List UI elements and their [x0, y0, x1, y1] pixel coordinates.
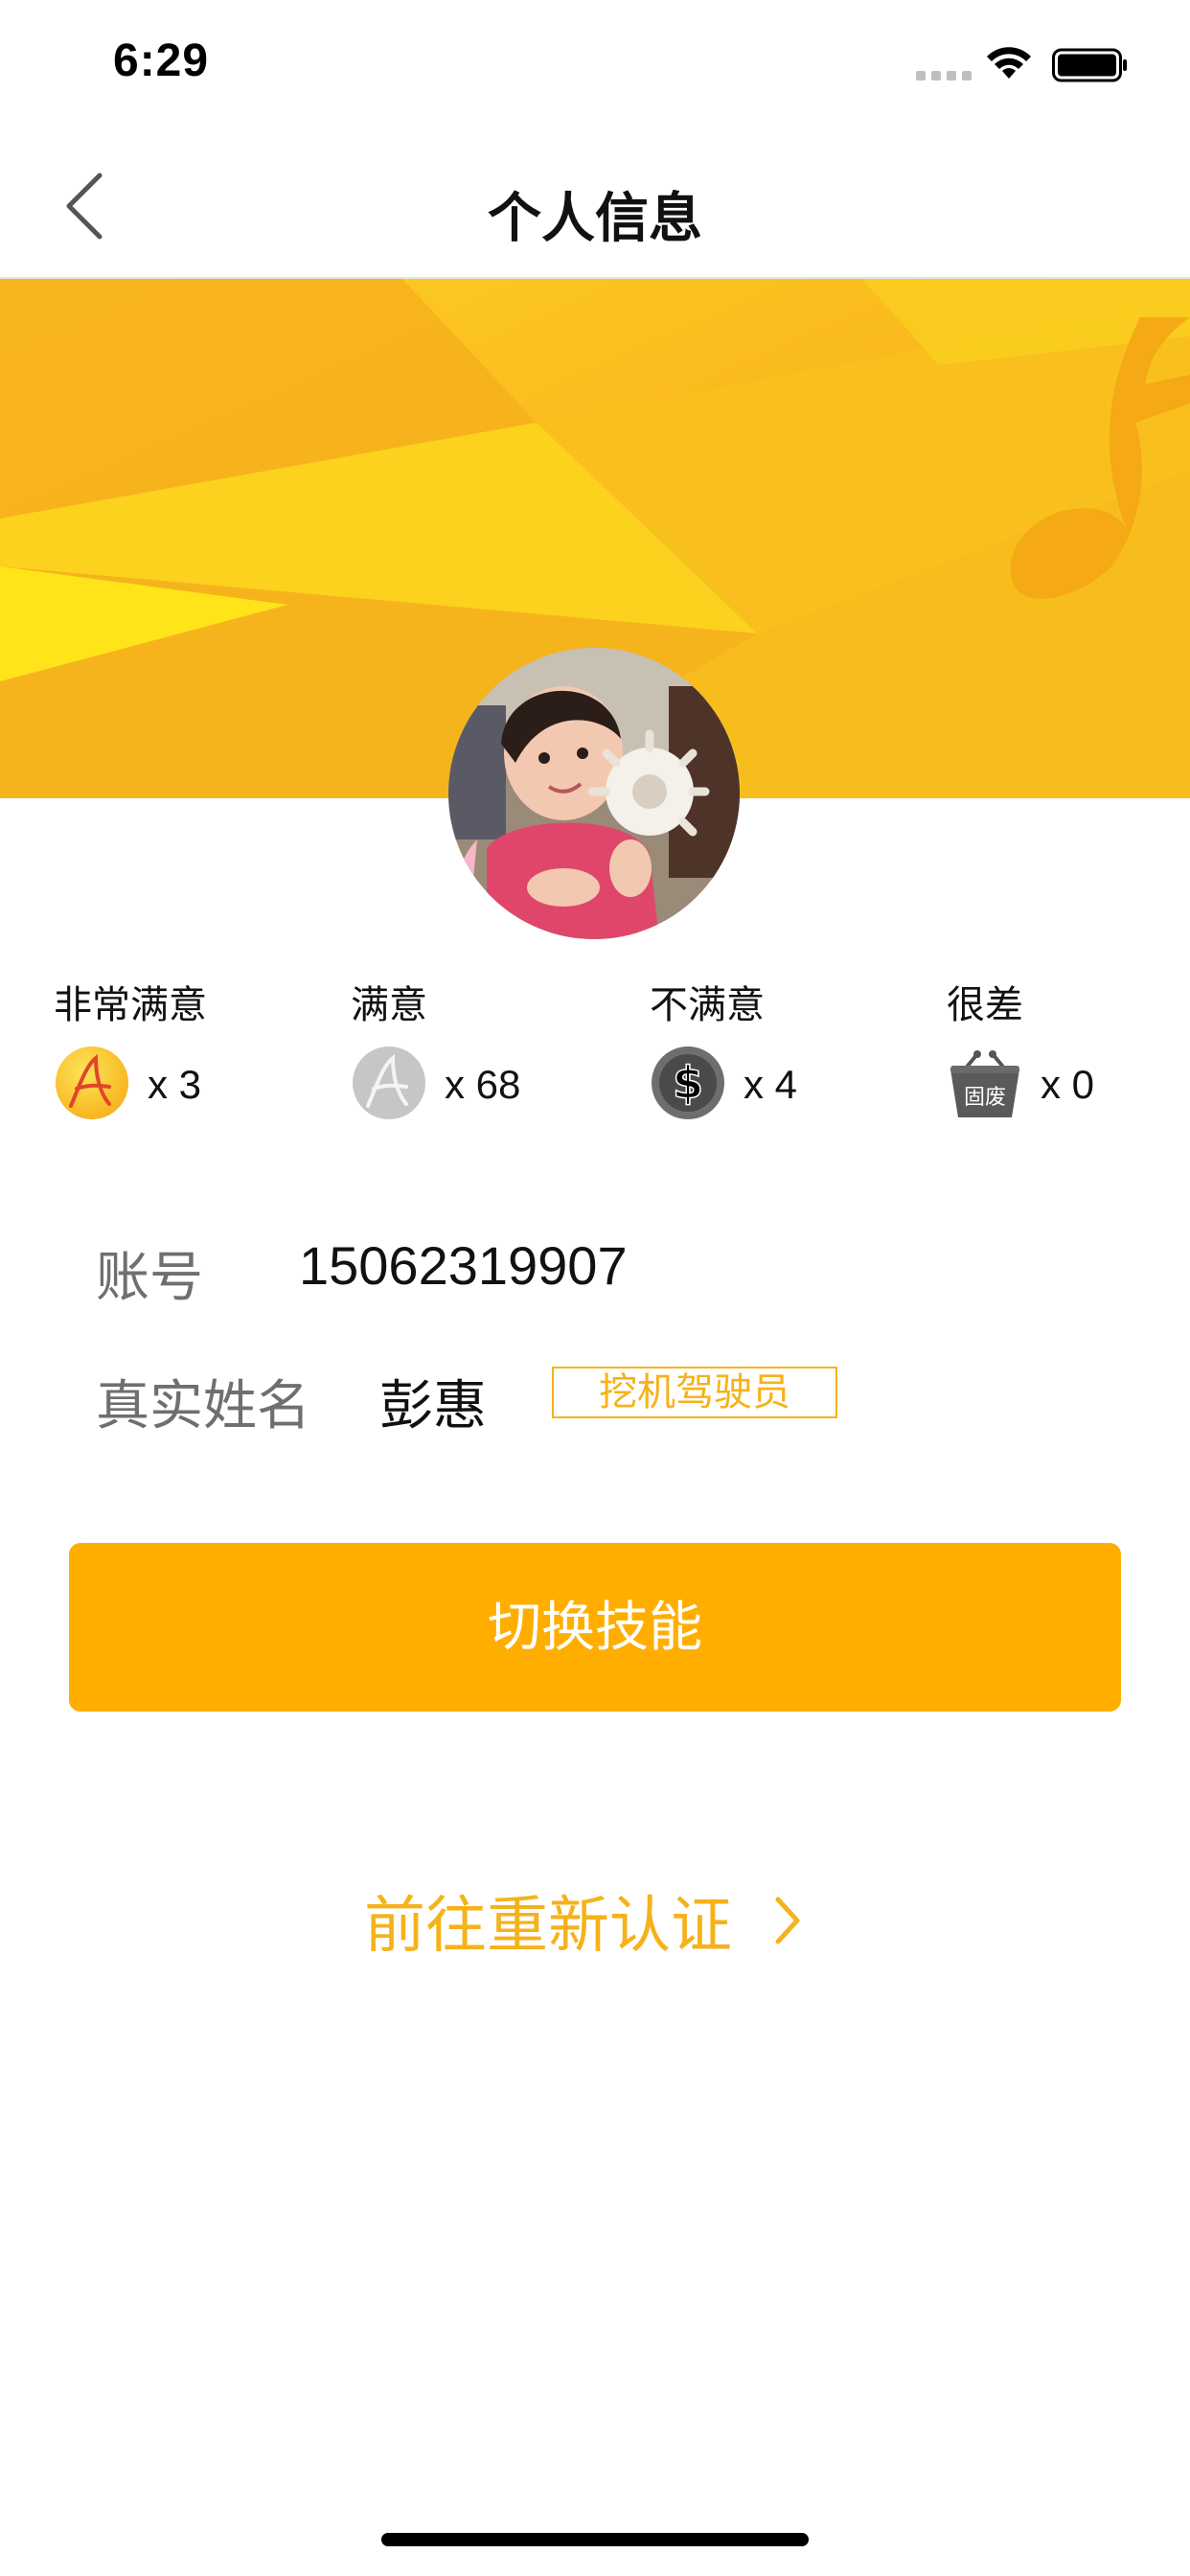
- avatar-photo: [448, 648, 740, 939]
- wifi-icon: [987, 47, 1031, 79]
- gold-a-badge-icon: [56, 1046, 128, 1119]
- cellular-signal-icon: [916, 71, 972, 80]
- waste-basket-icon: 固废: [950, 1050, 1019, 1117]
- home-indicator: [381, 2533, 809, 2546]
- account-value: 15062319907: [299, 1235, 628, 1296]
- rating-dissatisfied: 不满意 $ x 4: [650, 968, 918, 1140]
- navigation-bar: 个人信息: [0, 129, 1190, 279]
- rating-label: 很差: [947, 984, 1023, 1026]
- page-title: 个人信息: [488, 188, 702, 248]
- battery-icon: [1052, 48, 1127, 82]
- rating-count: x 68: [445, 1062, 521, 1107]
- status-bar: 6:29: [0, 0, 1190, 129]
- reverify-label: 前往重新认证: [364, 1891, 732, 1960]
- real-name-value: 彭惠: [379, 1375, 487, 1436]
- switch-skill-button[interactable]: 切换技能: [69, 1543, 1121, 1712]
- silver-a-badge-icon: [353, 1046, 425, 1119]
- rating-very-poor: 很差 固废 x 0: [947, 968, 1190, 1140]
- avatar[interactable]: [448, 648, 740, 939]
- chevron-right-icon: [775, 1897, 800, 1944]
- rating-very-satisfied: 非常满意 x 3: [54, 968, 322, 1140]
- dollar-badge-icon: $: [652, 1046, 724, 1119]
- rating-count: x 4: [744, 1062, 798, 1107]
- rating-count: x 3: [148, 1062, 202, 1107]
- rating-label: 非常满意: [54, 984, 207, 1026]
- real-name-label: 真实姓名: [96, 1375, 310, 1436]
- skill-tag: 挖机驾驶员: [552, 1367, 837, 1418]
- rating-label: 满意: [351, 984, 427, 1026]
- account-label: 账号: [96, 1247, 203, 1307]
- reverify-link[interactable]: 前往重新认证: [364, 1876, 807, 1963]
- rating-label: 不满意: [650, 984, 765, 1026]
- rating-count: x 0: [1041, 1062, 1095, 1107]
- svg-text:$: $: [673, 1057, 703, 1109]
- status-time: 6:29: [113, 35, 210, 86]
- rating-satisfied: 满意 x 68: [351, 968, 619, 1140]
- svg-text:固废: 固废: [964, 1086, 1006, 1110]
- ratings-summary: 非常满意 x 3 满意 x 68 不满意 $ x 4 很差 固废 x 0: [0, 968, 1190, 1140]
